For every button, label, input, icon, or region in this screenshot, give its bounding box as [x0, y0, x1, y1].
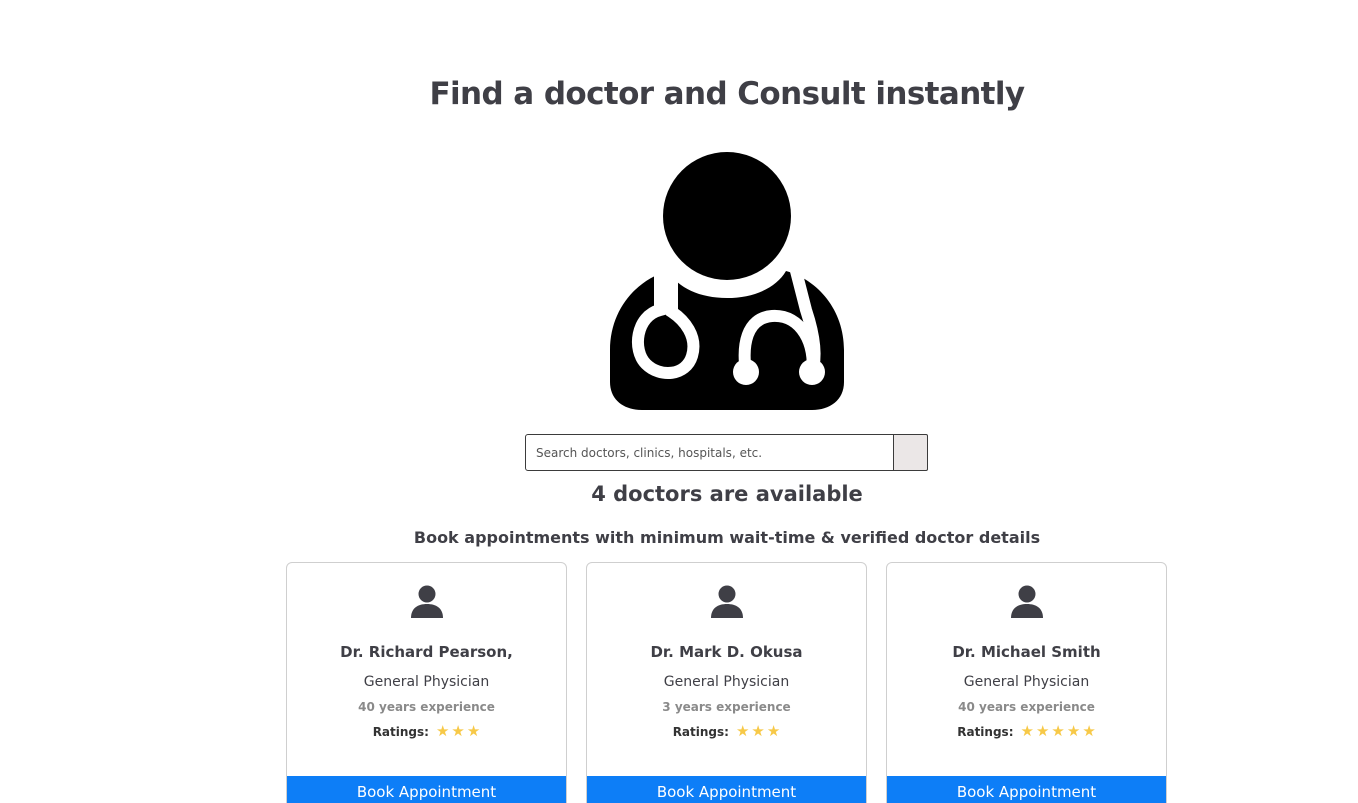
page-title: Find a doctor and Consult instantly: [429, 76, 1025, 112]
star-icon: ★: [735, 722, 750, 740]
star-icon: ★: [1051, 722, 1065, 740]
ratings-label: Ratings:: [372, 724, 429, 739]
doctor-experience: 3 years experience: [662, 700, 791, 714]
doctor-card: Dr. Michael Smith General Physician 40 y…: [886, 562, 1167, 803]
doctor-card: Dr. Mark D. Okusa General Physician 3 ye…: [586, 562, 867, 803]
search-bar: [525, 434, 928, 471]
rating-stars: ★ ★ ★ ★ ★: [1021, 724, 1096, 739]
sub-heading: Book appointments with minimum wait-time…: [413, 528, 1041, 547]
book-appointment-button[interactable]: Book Appointment: [587, 776, 866, 803]
doctor-experience: 40 years experience: [958, 700, 1095, 714]
user-icon: [711, 585, 743, 618]
star-icon: ★: [766, 722, 781, 740]
doctor-name: Dr. Richard Pearson,: [340, 643, 513, 661]
rating-stars: ★ ★ ★: [436, 724, 480, 739]
doctor-specialty: General Physician: [363, 674, 490, 690]
doctor-name: Dr. Michael Smith: [952, 643, 1101, 661]
star-icon: ★: [1020, 722, 1034, 740]
doctor-specialty: General Physician: [663, 674, 790, 690]
search-button[interactable]: [894, 434, 928, 471]
star-icon: ★: [751, 722, 765, 740]
user-icon: [411, 585, 443, 618]
star-icon: ★: [466, 722, 481, 740]
doctor-ratings: Ratings: ★ ★ ★: [287, 724, 566, 739]
page: Find a doctor and Consult instantly 4 do…: [0, 0, 1358, 803]
star-icon: ★: [451, 722, 465, 740]
user-icon: [1011, 585, 1043, 618]
book-appointment-button[interactable]: Book Appointment: [887, 776, 1166, 803]
ratings-label: Ratings:: [672, 724, 729, 739]
doctor-card-list: Dr. Richard Pearson, General Physician 4…: [286, 562, 1167, 803]
star-icon: ★: [1082, 722, 1096, 740]
doctor-stethoscope-icon: [606, 150, 848, 412]
book-appointment-button[interactable]: Book Appointment: [287, 776, 566, 803]
star-icon: ★: [1035, 722, 1050, 740]
doctor-name: Dr. Mark D. Okusa: [650, 643, 803, 661]
star-icon: ★: [435, 722, 450, 740]
rating-stars: ★ ★ ★: [736, 724, 780, 739]
search-input[interactable]: [525, 434, 894, 471]
doctor-count-heading: 4 doctors are available: [591, 482, 863, 506]
doctor-ratings: Ratings: ★ ★ ★ ★ ★: [887, 724, 1166, 739]
doctor-ratings: Ratings: ★ ★ ★: [587, 724, 866, 739]
ratings-label: Ratings:: [957, 724, 1014, 739]
doctor-card: Dr. Richard Pearson, General Physician 4…: [286, 562, 567, 803]
star-icon: ★: [1066, 722, 1081, 740]
doctor-specialty: General Physician: [963, 674, 1090, 690]
doctor-experience: 40 years experience: [358, 700, 495, 714]
